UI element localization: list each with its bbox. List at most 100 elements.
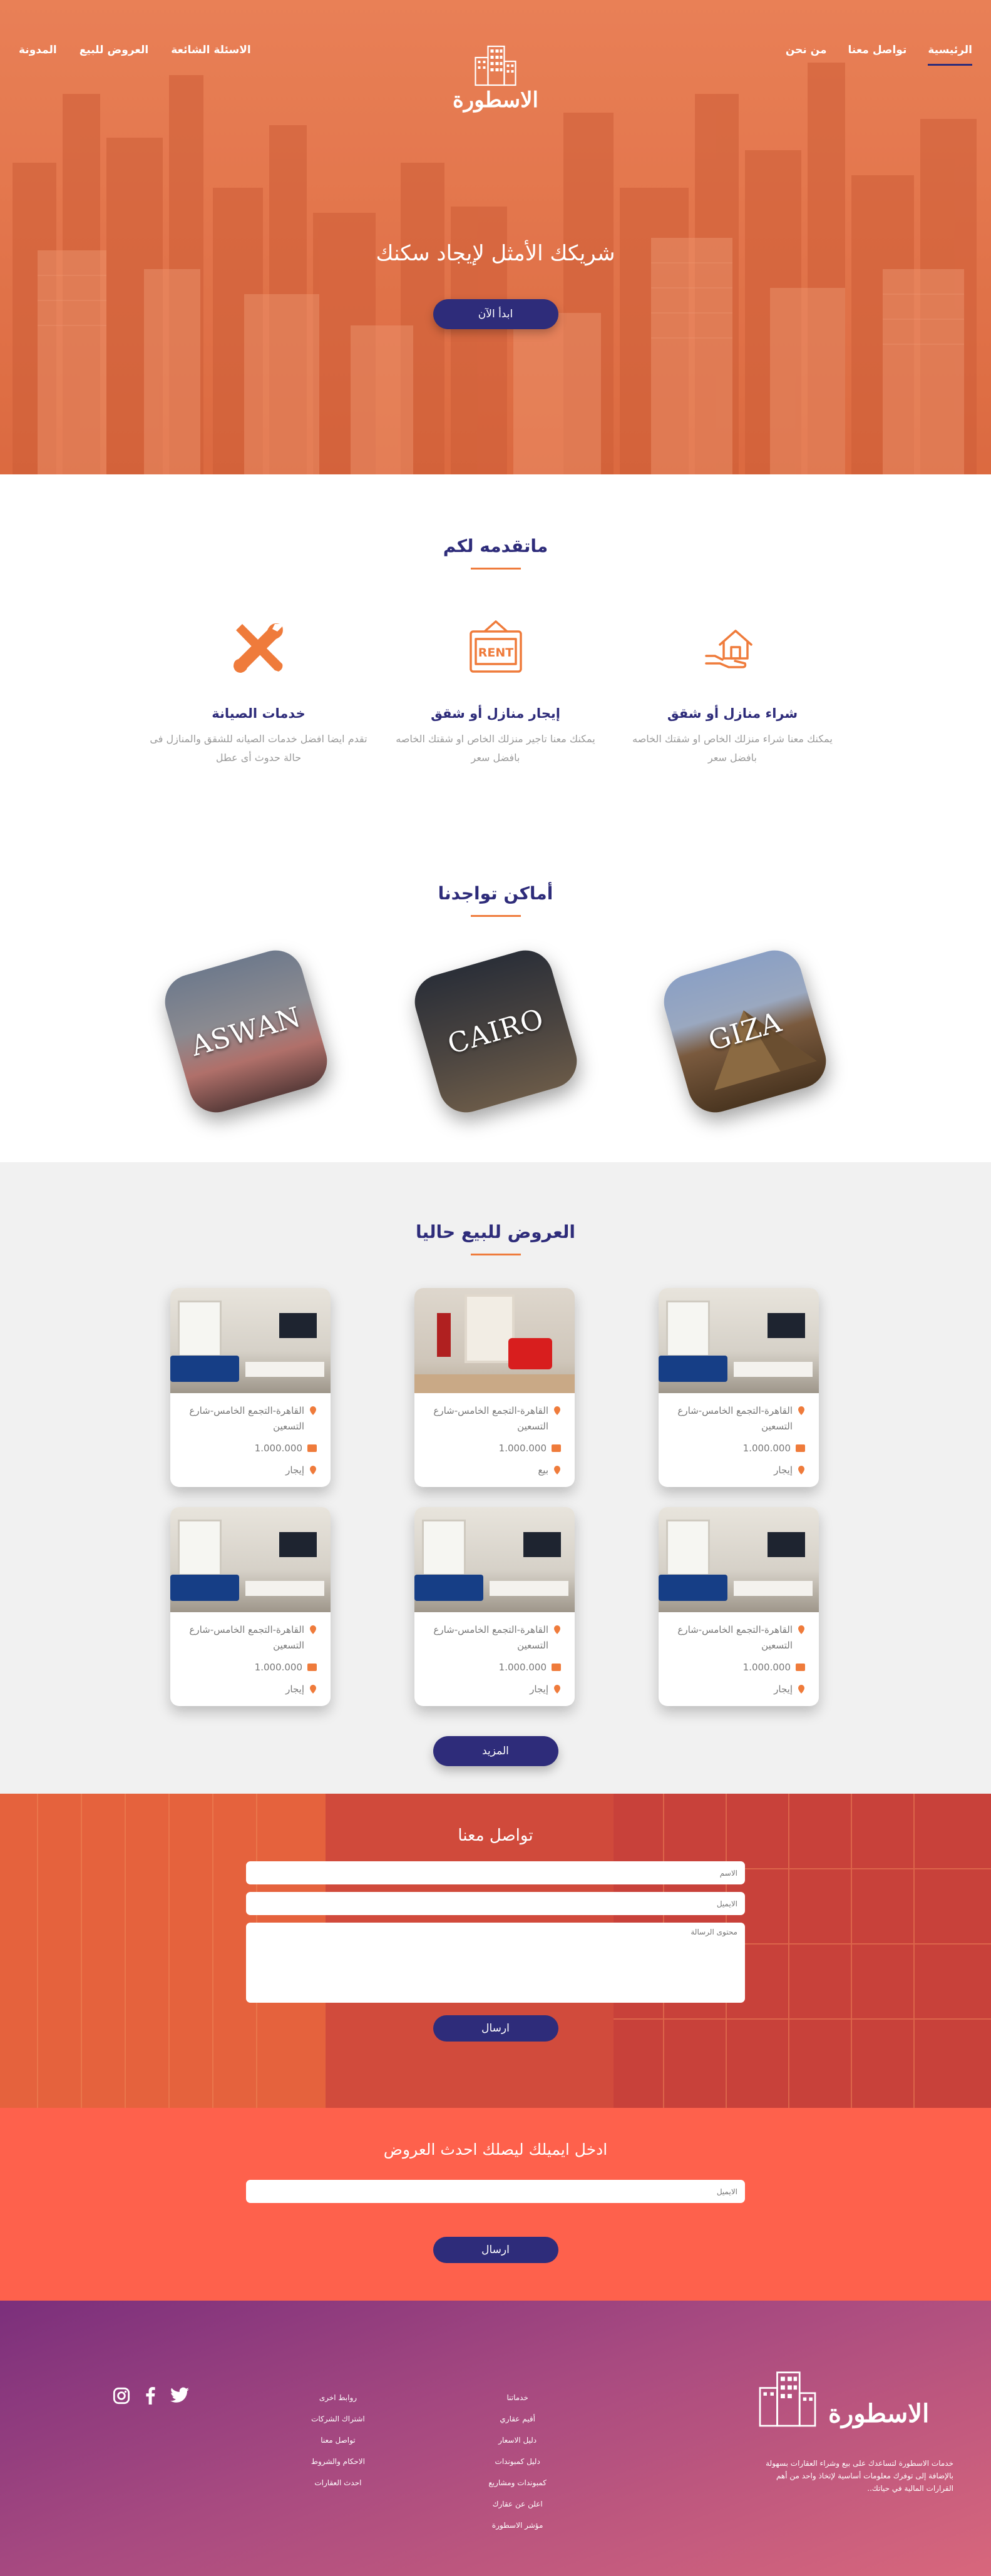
listing-type: إيجار xyxy=(672,1682,805,1697)
footer-link[interactable]: مؤشر الاسطورة xyxy=(488,2515,547,2536)
nav-link-offers[interactable]: العروض للبيع xyxy=(80,44,149,64)
contact-title: تواصل معنا xyxy=(458,1826,533,1845)
more-button[interactable]: المزيد xyxy=(433,1736,558,1766)
service-title: خدمات الصيانة xyxy=(212,706,306,721)
location-pin-icon xyxy=(798,1466,804,1475)
listing-card[interactable]: القاهرة-التجمع الخامس-شارع التسعين 1.000… xyxy=(414,1507,575,1706)
building-logo-icon xyxy=(759,2371,816,2427)
footer-link[interactable]: دليل الاسعار xyxy=(488,2430,547,2451)
name-input[interactable] xyxy=(246,1861,745,1884)
listing-card[interactable]: القاهرة-التجمع الخامس-شارع التسعين 1.000… xyxy=(170,1288,331,1487)
nav-link-blog[interactable]: المدونة xyxy=(19,44,57,64)
location-pin-icon xyxy=(310,1466,316,1475)
listing-address: القاهرة-التجمع الخامس-شارع التسعين xyxy=(672,1403,805,1434)
listing-type: إيجار xyxy=(184,1682,317,1697)
rent-sign-icon: RENT xyxy=(469,620,522,673)
listing-price: 1.000.000 xyxy=(428,1660,561,1675)
service-rent: RENT إيجار منازل أو شقق يمكنك معنا تاجير… xyxy=(383,613,608,767)
apartment-photo xyxy=(170,1288,331,1393)
location-pin-icon xyxy=(798,1685,804,1694)
listing-card[interactable]: القاهرة-التجمع الخامس-شارع التسعين 1.000… xyxy=(659,1507,819,1706)
site-logo[interactable]: الاسطورة xyxy=(453,44,538,113)
listing-address: القاهرة-التجمع الخامس-شارع التسعين xyxy=(184,1403,317,1434)
price-tag-icon xyxy=(796,1444,805,1452)
footer-link[interactable]: روابط اخرى xyxy=(311,2387,365,2408)
price-tag-icon xyxy=(552,1664,561,1671)
footer-link[interactable]: الاحكام والشروط xyxy=(311,2451,365,2472)
price-text: 1.000.000 xyxy=(498,1662,547,1673)
listing-price: 1.000.000 xyxy=(672,1660,805,1675)
location-pin-icon xyxy=(554,1625,560,1634)
nav-link-about[interactable]: من نحن xyxy=(786,44,827,66)
services-title: ماتقدمه لكم xyxy=(443,536,548,556)
location-pin-icon xyxy=(310,1406,316,1415)
listing-address: القاهرة-التجمع الخامس-شارع التسعين xyxy=(184,1622,317,1653)
footer-logo-wordmark: الاسطورة xyxy=(828,2399,930,2428)
instagram-icon[interactable] xyxy=(113,2387,130,2405)
listing-type: إيجار xyxy=(672,1463,805,1478)
apartment-photo xyxy=(414,1507,575,1612)
footer-link[interactable]: احدث العقارات xyxy=(311,2472,365,2493)
footer-other-links: روابط اخرى اشتراك الشركات تواصل معنا الا… xyxy=(311,2387,365,2493)
listing-price: 1.000.000 xyxy=(184,1441,317,1456)
footer-link[interactable]: اعلن عن عقارك xyxy=(488,2493,547,2515)
contact-send-button[interactable]: ارسال xyxy=(433,2015,558,2042)
price-text: 1.000.000 xyxy=(742,1662,791,1673)
footer-link[interactable]: دليل كمبوندات xyxy=(488,2451,547,2472)
facebook-icon[interactable] xyxy=(145,2387,155,2405)
newsletter-send-button[interactable]: ارسال xyxy=(433,2237,558,2263)
service-buy: شراء منازل أو شقق يمكنك معنا شراء منزلك … xyxy=(620,613,845,767)
logo-wordmark: الاسطورة xyxy=(452,88,539,113)
nav-link-contact[interactable]: تواصل معنا xyxy=(848,44,907,66)
type-text: بيع xyxy=(538,1464,548,1476)
listing-card[interactable]: القاهرة-التجمع الخامس-شارع التسعين 1.000… xyxy=(170,1507,331,1706)
footer-description: خدمات الاسطورة لتساعدك على بيع وشراء الع… xyxy=(766,2459,953,2493)
social-links xyxy=(113,2387,189,2405)
location-pin-icon xyxy=(798,1406,804,1415)
locations-title: أماكن تواجدنا xyxy=(438,883,553,904)
price-tag-icon xyxy=(307,1444,317,1452)
location-pin-icon xyxy=(554,1685,560,1694)
nav-link-home[interactable]: الرئيسية xyxy=(928,44,972,66)
footer-brand: الاسطورة خدمات الاسطورة لتساعدك على بيع … xyxy=(753,2368,953,2495)
address-text: القاهرة-التجمع الخامس-شارع التسعين xyxy=(677,1405,793,1432)
footer-link[interactable]: تواصل معنا xyxy=(311,2430,365,2451)
listings-title: العروض للبيع حاليا xyxy=(416,1222,575,1242)
footer-link[interactable]: اشتراك الشركات xyxy=(311,2408,365,2430)
location-label: ASWAN xyxy=(187,1001,305,1063)
listing-card[interactable]: القاهرة-التجمع الخامس-شارع التسعين 1.000… xyxy=(659,1288,819,1487)
newsletter-email-input[interactable] xyxy=(246,2180,745,2203)
contact-form: تواصل معنا ارسال xyxy=(0,1794,991,2042)
type-text: إيجار xyxy=(285,1464,304,1476)
location-giza-tile[interactable]: GIZA xyxy=(657,944,833,1119)
site-footer: الاسطورة خدمات الاسطورة لتساعدك على بيع … xyxy=(0,2301,991,2576)
tools-icon xyxy=(234,623,283,673)
footer-link[interactable]: خدماتنا xyxy=(488,2387,547,2408)
service-maintenance: خدمات الصيانة تقدم ايضا افضل خدمات الصيا… xyxy=(146,613,371,767)
listing-price: 1.000.000 xyxy=(672,1441,805,1456)
service-text: تقدم ايضا افضل خدمات الصيانه للشقق والمن… xyxy=(150,733,367,764)
nav-link-faq[interactable]: الاسئلة الشائعة xyxy=(171,44,251,64)
email-input[interactable] xyxy=(246,1892,745,1915)
address-text: القاهرة-التجمع الخامس-شارع التسعين xyxy=(189,1624,304,1651)
price-tag-icon xyxy=(307,1664,317,1671)
footer-link[interactable]: أقيم عقاري xyxy=(488,2408,547,2430)
location-cairo-tile[interactable]: CAIRO xyxy=(408,944,583,1119)
type-text: إيجار xyxy=(530,1684,548,1695)
type-text: إيجار xyxy=(285,1684,304,1695)
service-text: يمكنك معنا شراء منزلك الخاص او شقتك الخا… xyxy=(632,733,833,764)
service-title: إيجار منازل أو شقق xyxy=(431,706,560,721)
price-tag-icon xyxy=(796,1664,805,1671)
start-now-button[interactable]: ابدأ الآن xyxy=(433,299,558,329)
listing-card[interactable]: القاهرة-التجمع الخامس-شارع التسعين 1.000… xyxy=(414,1288,575,1487)
service-title: شراء منازل أو شقق xyxy=(667,706,798,721)
twitter-icon[interactable] xyxy=(170,2387,189,2405)
apartment-photo xyxy=(170,1507,331,1612)
price-tag-icon xyxy=(552,1444,561,1452)
footer-link[interactable]: كمبوندات ومشاريع xyxy=(488,2472,547,2493)
message-textarea[interactable] xyxy=(246,1923,745,2003)
listing-price: 1.000.000 xyxy=(428,1441,561,1456)
price-text: 1.000.000 xyxy=(742,1443,791,1454)
address-text: القاهرة-التجمع الخامس-شارع التسعين xyxy=(433,1624,548,1651)
location-aswan-tile[interactable]: ASWAN xyxy=(158,944,334,1119)
